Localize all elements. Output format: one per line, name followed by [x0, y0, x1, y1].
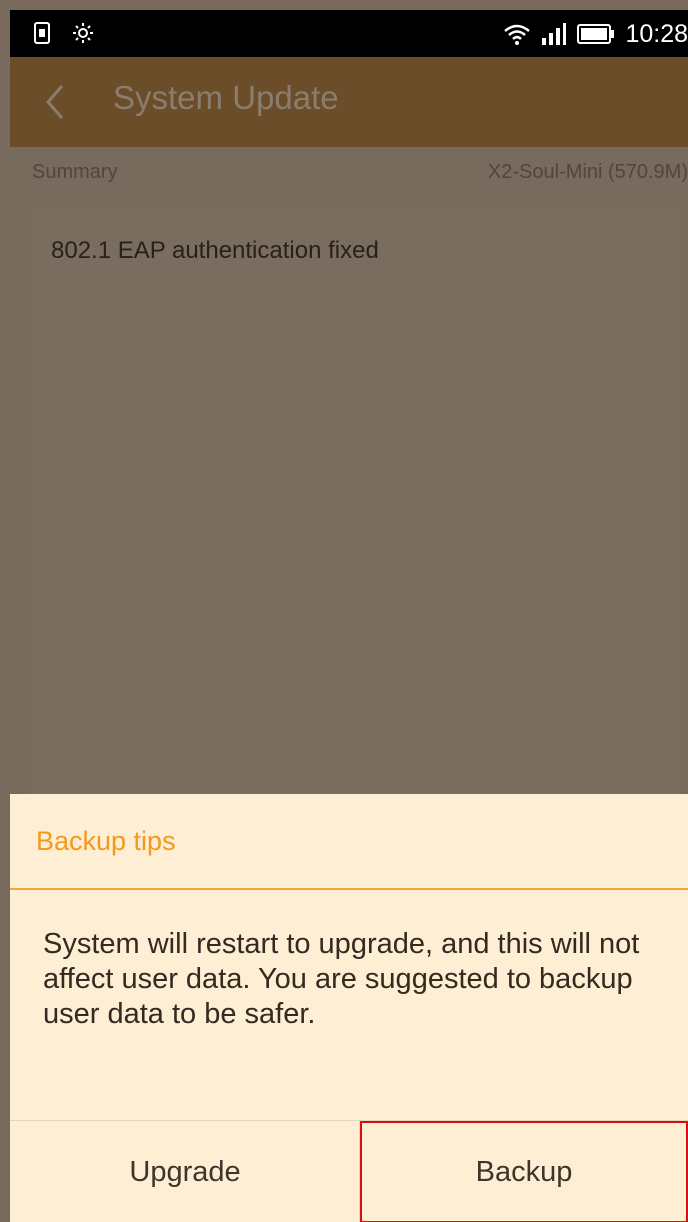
sim-card-icon: [34, 22, 50, 44]
summary-header: Summary X2-Soul-Mini (570.9M): [10, 147, 688, 197]
upgrade-button[interactable]: Upgrade: [10, 1121, 360, 1222]
release-notes-text: 802.1 EAP authentication fixed: [51, 237, 379, 264]
battery-icon: [577, 24, 615, 44]
back-chevron-icon[interactable]: [40, 82, 70, 122]
backup-tips-dialog: Backup tips System will restart to upgra…: [10, 794, 688, 1222]
backup-button[interactable]: Backup: [360, 1121, 688, 1222]
signal-icon: [542, 23, 567, 45]
dialog-message: System will restart to upgrade, and this…: [43, 928, 640, 1030]
status-right-icons: 10:28: [503, 18, 688, 50]
screen: 10:28 System Update Summary X2-Soul-Mini…: [10, 10, 688, 1222]
summary-label: Summary: [32, 161, 118, 183]
status-bar: 10:28: [10, 10, 688, 57]
brightness-icon: [73, 23, 93, 43]
status-time: 10:28: [625, 19, 688, 48]
dialog-button-row: Upgrade Backup: [10, 1120, 688, 1222]
app-bar: System Update: [10, 57, 688, 147]
page-title: System Update: [113, 79, 339, 116]
package-name-size: X2-Soul-Mini (570.9M): [487, 161, 688, 183]
dialog-title: Backup tips: [36, 826, 176, 856]
wifi-icon: [504, 24, 531, 45]
dialog-divider: [10, 888, 688, 890]
status-left-icons: [34, 22, 94, 44]
